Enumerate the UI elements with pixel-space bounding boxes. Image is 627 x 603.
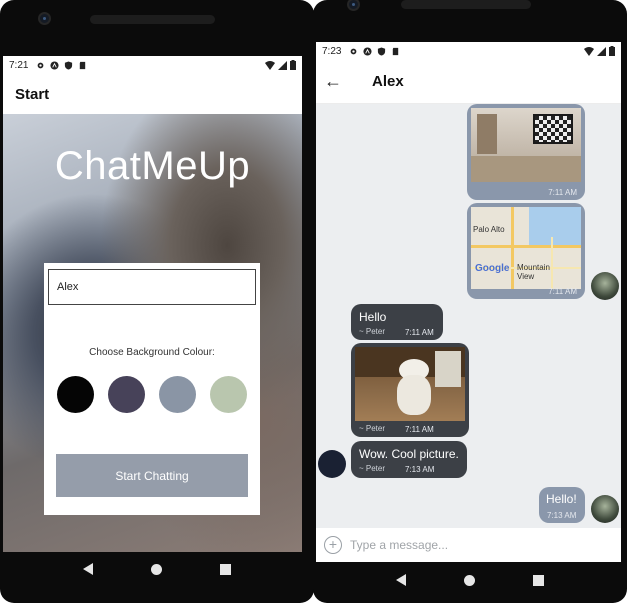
status-bar: 7:23: [316, 42, 621, 60]
message-time: 7:11 AM: [548, 287, 577, 296]
page-title: Start: [15, 85, 50, 103]
background-photo: ChatMeUp Choose Background Colour: Start…: [3, 114, 302, 552]
nav-home-icon[interactable]: [151, 563, 162, 575]
earpiece: [401, 0, 531, 9]
message-time: 7:11 AM: [405, 425, 434, 434]
room-photo: [471, 108, 581, 182]
status-time: 7:21: [9, 59, 29, 71]
swatch-sage-green[interactable]: [210, 376, 247, 413]
nav-back-icon[interactable]: [83, 563, 93, 575]
nav-recents-icon[interactable]: [533, 574, 544, 586]
background-colour-label: Choose Background Colour:: [89, 347, 215, 358]
message-list[interactable]: 7:11 AM Palo Alto Mountain View Google 7…: [316, 104, 621, 528]
settings-icon: [38, 62, 44, 68]
shield-icon: [65, 60, 73, 70]
message-bubble-text[interactable]: Hello ~ Peter 7:11 AM: [351, 304, 443, 340]
message-time: 7:13 AM: [547, 511, 577, 520]
avatar-alex[interactable]: [591, 495, 619, 523]
front-camera: [347, 0, 360, 11]
system-nav-bar: [0, 554, 314, 584]
app-bar: Start: [3, 74, 302, 114]
colour-swatches: [44, 376, 260, 413]
map-label-mountain-view: Mountain View: [517, 263, 550, 281]
start-screen: 7:21 Start ChatMeUp Choose Background Co…: [3, 56, 302, 552]
message-composer: +: [316, 528, 621, 562]
chat-screen: 7:23 ← Alex 7:11 AM Palo Alto Mountain V…: [316, 42, 621, 562]
message-time: 7:11 AM: [548, 188, 577, 197]
message-sender: ~ Peter: [359, 327, 386, 336]
message-time: 7:13 AM: [405, 465, 435, 474]
start-form-card: Choose Background Colour: Start Chatting: [44, 263, 260, 515]
status-bar: 7:21: [3, 56, 302, 74]
swatch-dark-purple[interactable]: [108, 376, 145, 413]
phone-start-screen: 7:21 Start ChatMeUp Choose Background Co…: [0, 0, 314, 603]
shield-icon: [378, 46, 386, 56]
message-bubble-image[interactable]: ~ Peter 7:11 AM: [351, 343, 469, 437]
back-arrow-icon[interactable]: ←: [324, 71, 354, 92]
system-nav-bar: [313, 565, 627, 595]
message-time: 7:11 AM: [405, 328, 434, 337]
avatar-peter[interactable]: [318, 450, 346, 478]
location-map: Palo Alto Mountain View Google: [471, 207, 581, 289]
signal-icon: [597, 46, 606, 56]
swatch-black[interactable]: [57, 376, 94, 413]
app-title: ChatMeUp: [54, 144, 251, 188]
wifi-icon: [584, 46, 594, 56]
chat-app-bar: ← Alex: [316, 60, 621, 104]
phone-chat-screen: 7:23 ← Alex 7:11 AM Palo Alto Mountain V…: [313, 0, 627, 603]
swatch-slate-blue[interactable]: [159, 376, 196, 413]
dog-photo: [355, 347, 465, 421]
status-time: 7:23: [322, 45, 342, 57]
nav-home-icon[interactable]: [464, 574, 475, 586]
name-input[interactable]: [48, 269, 256, 305]
sd-card-icon: [393, 47, 399, 55]
wifi-icon: [265, 60, 275, 70]
battery-icon: [290, 60, 296, 70]
message-input[interactable]: [350, 538, 590, 552]
map-label-palo-alto: Palo Alto: [473, 225, 505, 234]
message-text: Hello!: [546, 492, 577, 506]
message-bubble-text[interactable]: Hello! 7:13 AM: [539, 487, 585, 523]
nav-back-icon[interactable]: [396, 574, 406, 586]
message-text: Wow. Cool picture.: [359, 447, 459, 461]
a-badge-icon: [363, 46, 373, 56]
settings-icon: [351, 48, 357, 54]
chat-title: Alex: [372, 73, 404, 90]
sd-card-icon: [80, 61, 86, 69]
google-logo: Google: [475, 263, 510, 274]
start-chatting-button[interactable]: Start Chatting: [56, 454, 248, 497]
message-bubble-text[interactable]: Wow. Cool picture. ~ Peter 7:13 AM: [351, 441, 467, 478]
a-badge-icon: [50, 60, 60, 70]
message-bubble-image[interactable]: 7:11 AM: [467, 104, 585, 200]
battery-icon: [609, 46, 615, 56]
nav-recents-icon[interactable]: [220, 563, 231, 575]
avatar-alex[interactable]: [591, 272, 619, 300]
signal-icon: [278, 60, 287, 70]
message-sender: ~ Peter: [359, 424, 386, 433]
message-sender: ~ Peter: [359, 464, 386, 473]
add-attachment-icon[interactable]: +: [324, 536, 342, 554]
front-camera: [38, 12, 51, 25]
message-text: Hello: [359, 310, 387, 324]
earpiece: [90, 15, 215, 24]
message-bubble-map[interactable]: Palo Alto Mountain View Google 7:11 AM: [467, 203, 585, 299]
